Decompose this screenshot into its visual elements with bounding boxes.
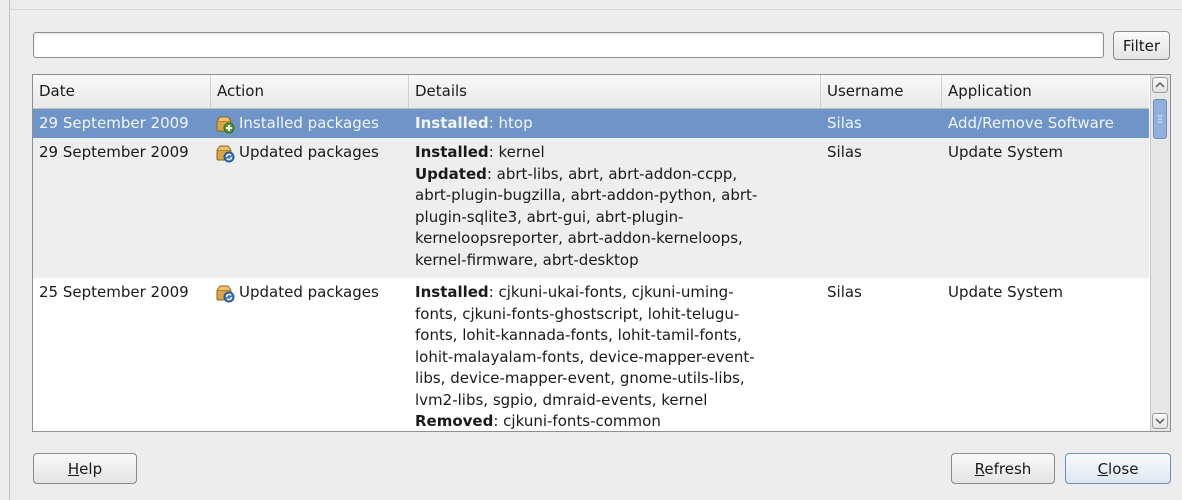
details-line: Installed: htop [415,113,819,135]
details-text: abrt-plugin-bugzilla, abrt-addon-python,… [415,186,758,204]
row-application: Update System [948,283,1064,301]
details-line: libs, device-mapper-event, gnome-utils-l… [415,368,819,390]
details-line: Installed: kernel [415,142,819,164]
row-action: Updated packages [215,142,379,164]
table-row[interactable]: 25 September 2009 Updated packages Install… [33,278,1149,431]
row-details: Installed: cjkuni-ukai-fonts, cjkuni-umi… [415,282,819,431]
refresh-button[interactable]: Refresh [951,453,1055,484]
details-line: lohit-malayalam-fonts, device-mapper-eve… [415,347,819,369]
row-details: Installed: htop [415,113,819,135]
details-text: : cjkuni-fonts-common [493,412,661,430]
row-date: 25 September 2009 [39,283,189,301]
refresh-mnemonic: R [974,459,985,478]
row-username: Silas [827,143,862,161]
details-text: kernel-firmware, abrt-desktop [415,250,639,269]
row-username: Silas [827,283,862,301]
filter-button[interactable]: Filter [1113,31,1170,60]
details-label: Updated [415,164,487,183]
row-date: 29 September 2009 [39,143,189,161]
history-table: Date Action Details Username Application… [32,74,1171,432]
install-packages-icon [215,114,239,134]
help-button[interactable]: Help [33,453,137,484]
details-line: Updated: abrt-libs, abrt, abrt-addon-ccp… [415,164,819,186]
window-top-edge [9,9,1182,10]
row-action-label: Updated packages [239,143,379,161]
details-line: plugin-sqlite3, abrt-gui, abrt-plugin- [415,207,819,229]
details-text: : abrt-libs, abrt, abrt-addon-ccpp, [486,164,738,183]
vertical-scrollbar[interactable] [1150,75,1170,431]
row-action: Installed packages [215,113,379,135]
details-text: : cjkuni-ukai-fonts, cjkuni-uming- [488,283,734,301]
details-line: fonts, cjkuni-fonts-ghostscript, lohit-t… [415,304,819,326]
details-text: : htop [488,114,533,132]
refresh-label-rest: efresh [984,459,1032,478]
details-text: fonts, cjkuni-fonts-ghostscript, lohit-t… [415,304,740,323]
close-button[interactable]: Close [1065,453,1171,484]
table-row[interactable]: 29 September 2009 Updated packages Install… [33,138,1149,278]
details-label: Installed [415,283,489,301]
details-text: : kernel [488,143,545,161]
help-label-rest: elp [79,459,103,478]
row-date: 29 September 2009 [39,114,189,132]
details-label: Installed [415,143,489,161]
details-line: Removed: cjkuni-fonts-common [415,411,819,431]
row-action-label: Installed packages [239,114,379,132]
details-line: kernel-firmware, abrt-desktop [415,250,819,272]
scrollbar-thumb[interactable] [1153,99,1167,139]
details-line: abrt-plugin-bugzilla, abrt-addon-python,… [415,185,819,207]
details-text: plugin-sqlite3, abrt-gui, abrt-plugin- [415,207,684,226]
row-username: Silas [827,114,862,132]
details-text: libs, device-mapper-event, gnome-utils-l… [415,369,745,387]
help-mnemonic: H [67,459,80,478]
row-application: Update System [948,143,1064,161]
row-application: Add/Remove Software [948,114,1114,132]
update-packages-icon [215,143,239,163]
scroll-down-arrow-icon[interactable] [1152,413,1168,429]
table-header: Date Action Details Username Application [33,75,1149,109]
close-mnemonic: C [1097,459,1109,478]
column-header-application[interactable]: Application [942,75,1149,108]
window-left-edge [9,0,10,500]
details-text: lvm2-libs, sgpio, dmraid-events, kernel [415,390,708,409]
update-packages-icon [215,283,239,303]
close-label-rest: lose [1108,459,1139,478]
table-row[interactable]: 29 September 2009 Installed packages Insta… [33,109,1149,138]
row-action-label: Updated packages [239,283,379,301]
details-line: Installed: cjkuni-ukai-fonts, cjkuni-umi… [415,282,819,304]
row-details: Installed: kernel Updated: abrt-libs, abr… [415,142,819,271]
scroll-up-arrow-icon[interactable] [1152,77,1168,93]
details-line: fonts, lohit-kannada-fonts, lohit-tamil-… [415,325,819,347]
filter-input[interactable] [33,32,1104,58]
column-header-details[interactable]: Details [409,75,821,108]
column-header-action[interactable]: Action [211,75,409,108]
column-header-date[interactable]: Date [33,75,211,108]
details-line: lvm2-libs, sgpio, dmraid-events, kernel [415,390,819,412]
row-action: Updated packages [215,282,379,304]
details-label: Removed [415,412,494,430]
details-label: Installed [415,114,489,132]
details-line: kerneloopsreporter, abrt-addon-kerneloop… [415,228,819,250]
column-header-username[interactable]: Username [821,75,942,108]
details-text: kerneloopsreporter, abrt-addon-kerneloop… [415,229,743,247]
details-text: lohit-malayalam-fonts, device-mapper-eve… [415,347,755,366]
details-text: fonts, lohit-kannada-fonts, lohit-tamil-… [415,326,742,344]
